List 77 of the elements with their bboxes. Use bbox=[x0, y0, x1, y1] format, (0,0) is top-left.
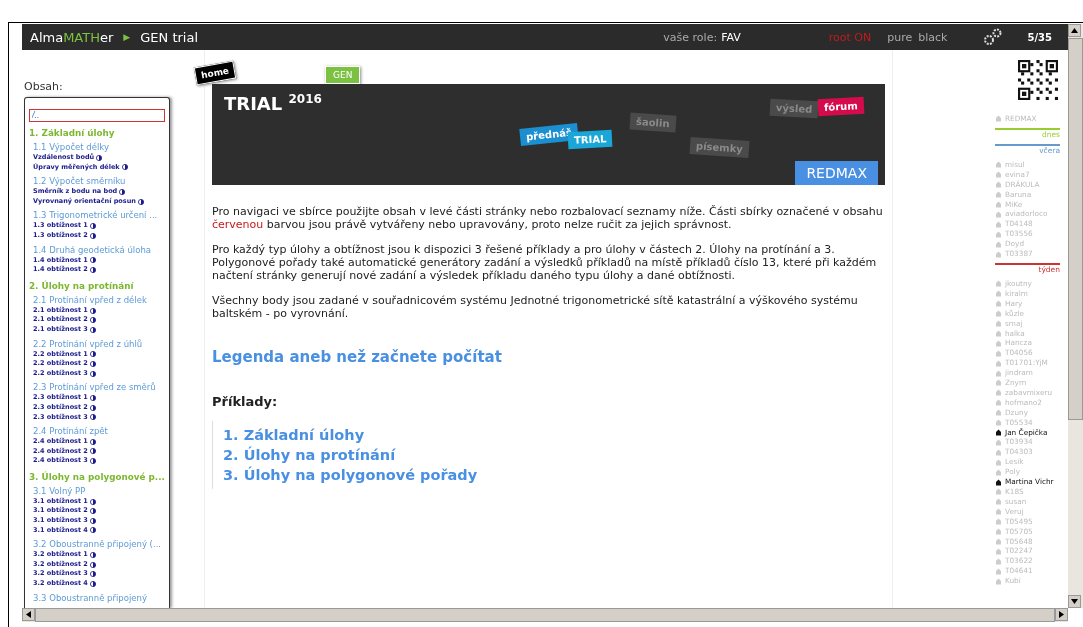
half-circle-icon bbox=[89, 404, 96, 411]
qr-code bbox=[1018, 60, 1058, 100]
half-circle-icon bbox=[89, 414, 96, 421]
settings-icon[interactable] bbox=[983, 28, 1004, 46]
paragraph: Pro navigaci ve sbírce použijte obsah v levé části stránky nebo rozbalovací seznamy níže. Části sbírky označené v obsahu červenou barvou jsou právě vytvářeny nebo upravovány, proto nelze ručit za jejich správnost. bbox=[212, 205, 884, 231]
half-circle-icon bbox=[89, 266, 96, 273]
root-link[interactable]: root ON bbox=[828, 30, 872, 44]
subsection-link[interactable]: 3.2 Oboustranně připojený (... bbox=[29, 539, 165, 551]
half-circle-icon bbox=[89, 370, 96, 377]
example-link[interactable]: 2. Úlohy na protínání bbox=[223, 445, 885, 465]
subsection-link[interactable]: 1.4 Druhá geodetická úloha bbox=[29, 244, 165, 256]
filter-field[interactable]: /.. bbox=[29, 108, 165, 122]
half-circle-icon bbox=[89, 552, 96, 559]
left-arrow-icon[interactable] bbox=[26, 611, 31, 618]
banner-title: TRIAL $^{2016}$ bbox=[224, 92, 322, 114]
banner-tag[interactable]: písemky bbox=[689, 136, 750, 159]
half-circle-icon bbox=[89, 508, 96, 515]
half-circle-icon bbox=[89, 571, 96, 578]
up-arrow-icon[interactable] bbox=[1071, 28, 1078, 33]
half-circle-icon bbox=[89, 395, 96, 402]
subsection-link[interactable]: 2.3 Protínání vpřed ze směrů bbox=[29, 382, 165, 394]
examples-heading: Příklady: bbox=[212, 394, 279, 409]
half-circle-icon bbox=[89, 517, 96, 524]
arrow-icon: ▶ bbox=[123, 32, 131, 42]
theme-link[interactable]: pure bbox=[887, 30, 913, 44]
vertical-scrollbar[interactable] bbox=[1068, 24, 1083, 608]
subsection-link[interactable]: 3.3 Oboustranně připojený bbox=[29, 592, 165, 604]
contents-label: Obsah: bbox=[23, 80, 64, 93]
section-link[interactable]: 3. Úlohy na polygonové p... bbox=[29, 471, 165, 482]
half-circle-icon bbox=[89, 307, 96, 314]
down-arrow-icon[interactable] bbox=[1071, 599, 1078, 604]
banner-tag[interactable]: fórum bbox=[817, 96, 865, 117]
subsection-link[interactable]: 3.1 Volný PP bbox=[29, 485, 165, 497]
section-link[interactable]: 1. Základní úlohy bbox=[29, 128, 165, 138]
redmax-badge: REDMAX bbox=[795, 161, 878, 185]
half-circle-icon bbox=[89, 438, 96, 445]
half-circle-icon bbox=[89, 351, 96, 358]
example-link[interactable]: 1. Základní úlohy bbox=[223, 425, 885, 445]
page-counter: 5/35 bbox=[1027, 31, 1052, 43]
legend-link[interactable]: Legenda aneb než začnete počítat bbox=[212, 348, 885, 366]
horizontal-scrollbar[interactable] bbox=[22, 608, 1068, 622]
half-circle-icon bbox=[89, 232, 96, 239]
example-link[interactable]: 3. Úlohy na polygonové pořady bbox=[223, 465, 885, 485]
banner-tag[interactable]: šaolin bbox=[629, 112, 677, 133]
category-tag[interactable]: GEN bbox=[325, 66, 361, 84]
half-circle-icon bbox=[121, 164, 128, 171]
half-circle-icon bbox=[89, 561, 96, 568]
banner-tag[interactable]: výsled bbox=[769, 98, 819, 119]
half-circle-icon bbox=[89, 360, 96, 367]
half-circle-icon bbox=[119, 189, 126, 195]
home-tag[interactable]: home bbox=[193, 60, 237, 86]
paragraph: Pro každý typ úlohy a obtížnost jsou k dispozici 3 řešené příklady a pro úlohy v částech 2. Úlohy na protínání a 3. Polygonové pořady také automatické generátory zadání a výsledků příkladů na místě příkladů číslo 13, které při každém načtení stránky generují nové zadání a výsledek příkladu daného typu úlohy a dané obtížnosti. bbox=[212, 243, 878, 282]
paragraph: Všechny body jsou zadané v souřadnicovém systému Jednotné trigonometrické sítě katastrální a výškového systému baltském - po vyrovnání. bbox=[212, 294, 859, 320]
half-circle-icon bbox=[89, 580, 96, 587]
subsection-link[interactable]: 2.4 Protínání zpět bbox=[29, 426, 165, 438]
subsection-link[interactable]: 1.3 Trigonometrické určení ... bbox=[29, 210, 165, 222]
half-circle-icon bbox=[89, 498, 96, 505]
role-value: FAV bbox=[721, 30, 741, 44]
subsection-link[interactable]: 2.2 Protínání vpřed z úhlů bbox=[29, 338, 165, 350]
section-link[interactable]: 2. Úlohy na protínání bbox=[29, 280, 165, 291]
half-circle-icon bbox=[137, 198, 144, 205]
half-circle-icon bbox=[89, 527, 96, 534]
right-arrow-icon[interactable] bbox=[1059, 611, 1064, 618]
half-circle-icon bbox=[89, 326, 96, 333]
half-circle-icon bbox=[96, 154, 103, 161]
theme-link[interactable]: black bbox=[918, 30, 948, 44]
half-circle-icon bbox=[89, 223, 96, 230]
subsection-link[interactable]: 1.1 Výpočet délky bbox=[29, 142, 165, 153]
half-circle-icon bbox=[89, 458, 96, 465]
half-circle-icon bbox=[89, 448, 96, 455]
logo[interactable]: AlmaMATHer bbox=[30, 29, 114, 45]
page-title: GEN trial bbox=[140, 29, 198, 45]
subsection-link[interactable]: 2.1 Protínání vpřed z délek bbox=[29, 294, 165, 306]
half-circle-icon bbox=[89, 257, 96, 264]
half-circle-icon bbox=[89, 317, 96, 324]
role-label: vaše role: bbox=[663, 30, 718, 44]
subsection-link[interactable]: 1.2 Výpočet směrníku bbox=[29, 176, 165, 188]
